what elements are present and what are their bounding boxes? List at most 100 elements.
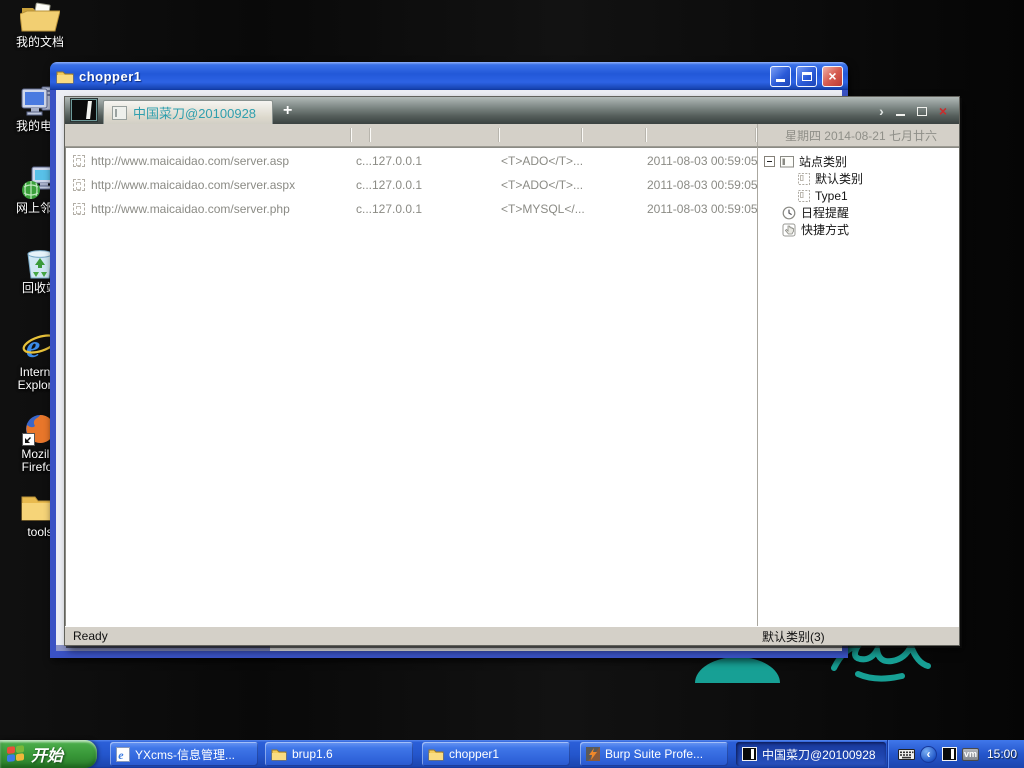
collapse-expander-icon[interactable] <box>764 156 775 167</box>
tree-item-shortcuts[interactable]: 快捷方式 <box>758 221 959 238</box>
webshell-icon <box>73 203 85 215</box>
vmware-tray-icon[interactable]: vm <box>961 747 979 761</box>
taskbar-button-label: Burp Suite Profe... <box>605 747 704 761</box>
minimize-button[interactable] <box>770 65 791 87</box>
site-icon <box>798 172 810 185</box>
list-column-headers[interactable] <box>65 124 758 146</box>
tree-item-label: 日程提醒 <box>801 206 850 220</box>
tab-title: 中国菜刀@20100928 <box>133 106 257 121</box>
shell-ip: 127.0.0.1 <box>372 202 423 216</box>
shell-ip: 127.0.0.1 <box>372 178 423 192</box>
hide-icons-chevron-button[interactable]: ‹ <box>919 745 937 763</box>
tree-item-label: 快捷方式 <box>801 223 850 237</box>
hand-pointer-icon <box>782 223 796 236</box>
chopper-icon <box>742 747 757 761</box>
overflow-chevron-icon[interactable]: › <box>879 104 884 118</box>
start-button[interactable]: 开始 <box>0 740 97 768</box>
svg-text:e: e <box>118 748 124 762</box>
close-icon: × <box>828 68 837 84</box>
explorer-title-bar[interactable]: chopper1 × <box>50 62 848 90</box>
desktop-icon-my-documents[interactable]: 我的文档 <box>8 2 72 49</box>
taskbar-button-label: chopper1 <box>449 747 500 761</box>
folder-icon <box>271 749 287 760</box>
chopper-tray-icon[interactable] <box>941 747 957 761</box>
tree-item-site-categories[interactable]: 站点类别 <box>758 153 959 170</box>
svg-text:e: e <box>26 328 40 364</box>
maximize-button[interactable] <box>796 65 817 87</box>
taskbar-button-burp[interactable]: Burp Suite Profe... <box>580 742 728 766</box>
taskbar-button-yxcms[interactable]: e YXcms-信息管理... <box>110 742 258 766</box>
folder-icon <box>428 749 444 760</box>
explorer-window-title: chopper1 <box>79 68 142 84</box>
desktop-icon-label: tools <box>27 525 53 539</box>
close-button[interactable]: × <box>822 65 843 87</box>
windows-logo-icon <box>7 744 26 764</box>
desktop-icon-label: 我的文档 <box>15 35 64 49</box>
chopper-tab-bar: 中国菜刀@20100928 + › × <box>65 97 959 124</box>
ie-page-icon: e <box>116 746 130 762</box>
category-icon <box>780 156 794 168</box>
date-display: 星期四 2014-08-21 七月廿六 <box>784 128 937 143</box>
my-documents-icon <box>20 2 60 32</box>
taskbar-button-label: 中国菜刀@20100928 <box>762 747 876 762</box>
taskbar-button-chopper1[interactable]: chopper1 <box>422 742 570 766</box>
chopper-main-area: http://www.maicaidao.com/server.asp c...… <box>65 147 959 626</box>
chopper-status-bar: Ready 默认类别(3) <box>65 626 959 645</box>
shortcut-arrow-icon <box>22 433 35 446</box>
column-separator <box>498 128 500 142</box>
shell-url: http://www.maicaidao.com/server.aspx <box>91 178 296 192</box>
column-separator <box>369 128 371 142</box>
new-tab-button[interactable]: + <box>283 103 292 119</box>
app-minimize-button[interactable] <box>895 113 905 116</box>
webshell-icon <box>73 179 85 191</box>
tree-item-default-category[interactable]: 默认类别 <box>758 170 959 187</box>
webshell-row[interactable]: http://www.maicaidao.com/server.aspx c..… <box>65 174 758 198</box>
shell-config: <T>ADO</T>... <box>501 178 584 192</box>
shell-url: http://www.maicaidao.com/server.php <box>91 202 290 216</box>
tree-item-schedule-reminder[interactable]: 日程提醒 <box>758 204 959 221</box>
shell-url: http://www.maicaidao.com/server.asp <box>91 154 290 168</box>
folder-icon <box>56 71 74 83</box>
webshell-icon <box>73 155 85 167</box>
tree-item-label: 站点类别 <box>799 155 848 169</box>
webshell-row[interactable]: http://www.maicaidao.com/server.php c...… <box>65 198 758 222</box>
clock-icon <box>782 206 796 219</box>
taskbar: 开始 e YXcms-信息管理... brup1.6 chopper1 Burp… <box>0 740 1024 768</box>
shell-note: c... <box>356 202 373 216</box>
webshell-row[interactable]: http://www.maicaidao.com/server.asp c...… <box>65 150 758 174</box>
taskbar-button-brup[interactable]: brup1.6 <box>265 742 413 766</box>
keyboard-icon[interactable] <box>897 748 915 761</box>
wallpaper-logo-circle <box>695 657 780 683</box>
start-label: 开始 <box>31 748 64 765</box>
column-separator <box>581 128 583 142</box>
tree-item-label: 默认类别 <box>815 172 864 186</box>
category-tree: 站点类别 默认类别 Type1 日程提醒 快捷方式 <box>758 147 959 626</box>
tree-item-label: Type1 <box>815 188 848 203</box>
app-close-button[interactable]: × <box>939 104 947 118</box>
list-header-band: 星期四 2014-08-21 七月廿六 <box>65 124 959 147</box>
status-text: Ready <box>73 629 108 643</box>
category-count: 默认类别(3) <box>762 629 825 644</box>
taskbar-button-china-chopper[interactable]: 中国菜刀@20100928 <box>736 742 886 766</box>
column-separator <box>645 128 647 142</box>
taskbar-clock: 15:00 <box>986 747 1017 761</box>
app-maximize-button[interactable] <box>916 106 927 116</box>
chopper-app-logo-icon <box>71 99 97 121</box>
tab-site-icon <box>112 105 127 120</box>
webshell-list: http://www.maicaidao.com/server.asp c...… <box>65 147 758 626</box>
shell-config: <T>MYSQL</... <box>501 202 585 216</box>
column-separator <box>350 128 352 142</box>
system-tray: ‹ vm 15:00 <box>886 740 1024 768</box>
desktop: 我的文档 我的电脑 网上邻居 回收站 e Internet Explorer M… <box>0 0 1024 768</box>
tab-china-chopper[interactable]: 中国菜刀@20100928 <box>103 100 274 124</box>
shell-timestamp: 2011-08-03 00:59:05 <box>647 202 758 216</box>
shell-ip: 127.0.0.1 <box>372 154 423 168</box>
minimize-icon <box>776 78 785 82</box>
shell-note: c... <box>356 154 373 168</box>
site-icon <box>798 189 810 202</box>
tree-item-type1[interactable]: Type1 <box>758 187 959 204</box>
chopper-app-window: 中国菜刀@20100928 + › × 星期四 2014-08-21 七月廿六 <box>64 96 960 646</box>
shell-timestamp: 2011-08-03 00:59:05 <box>647 154 758 168</box>
column-separator <box>755 128 757 142</box>
shell-timestamp: 2011-08-03 00:59:05 <box>647 178 758 192</box>
